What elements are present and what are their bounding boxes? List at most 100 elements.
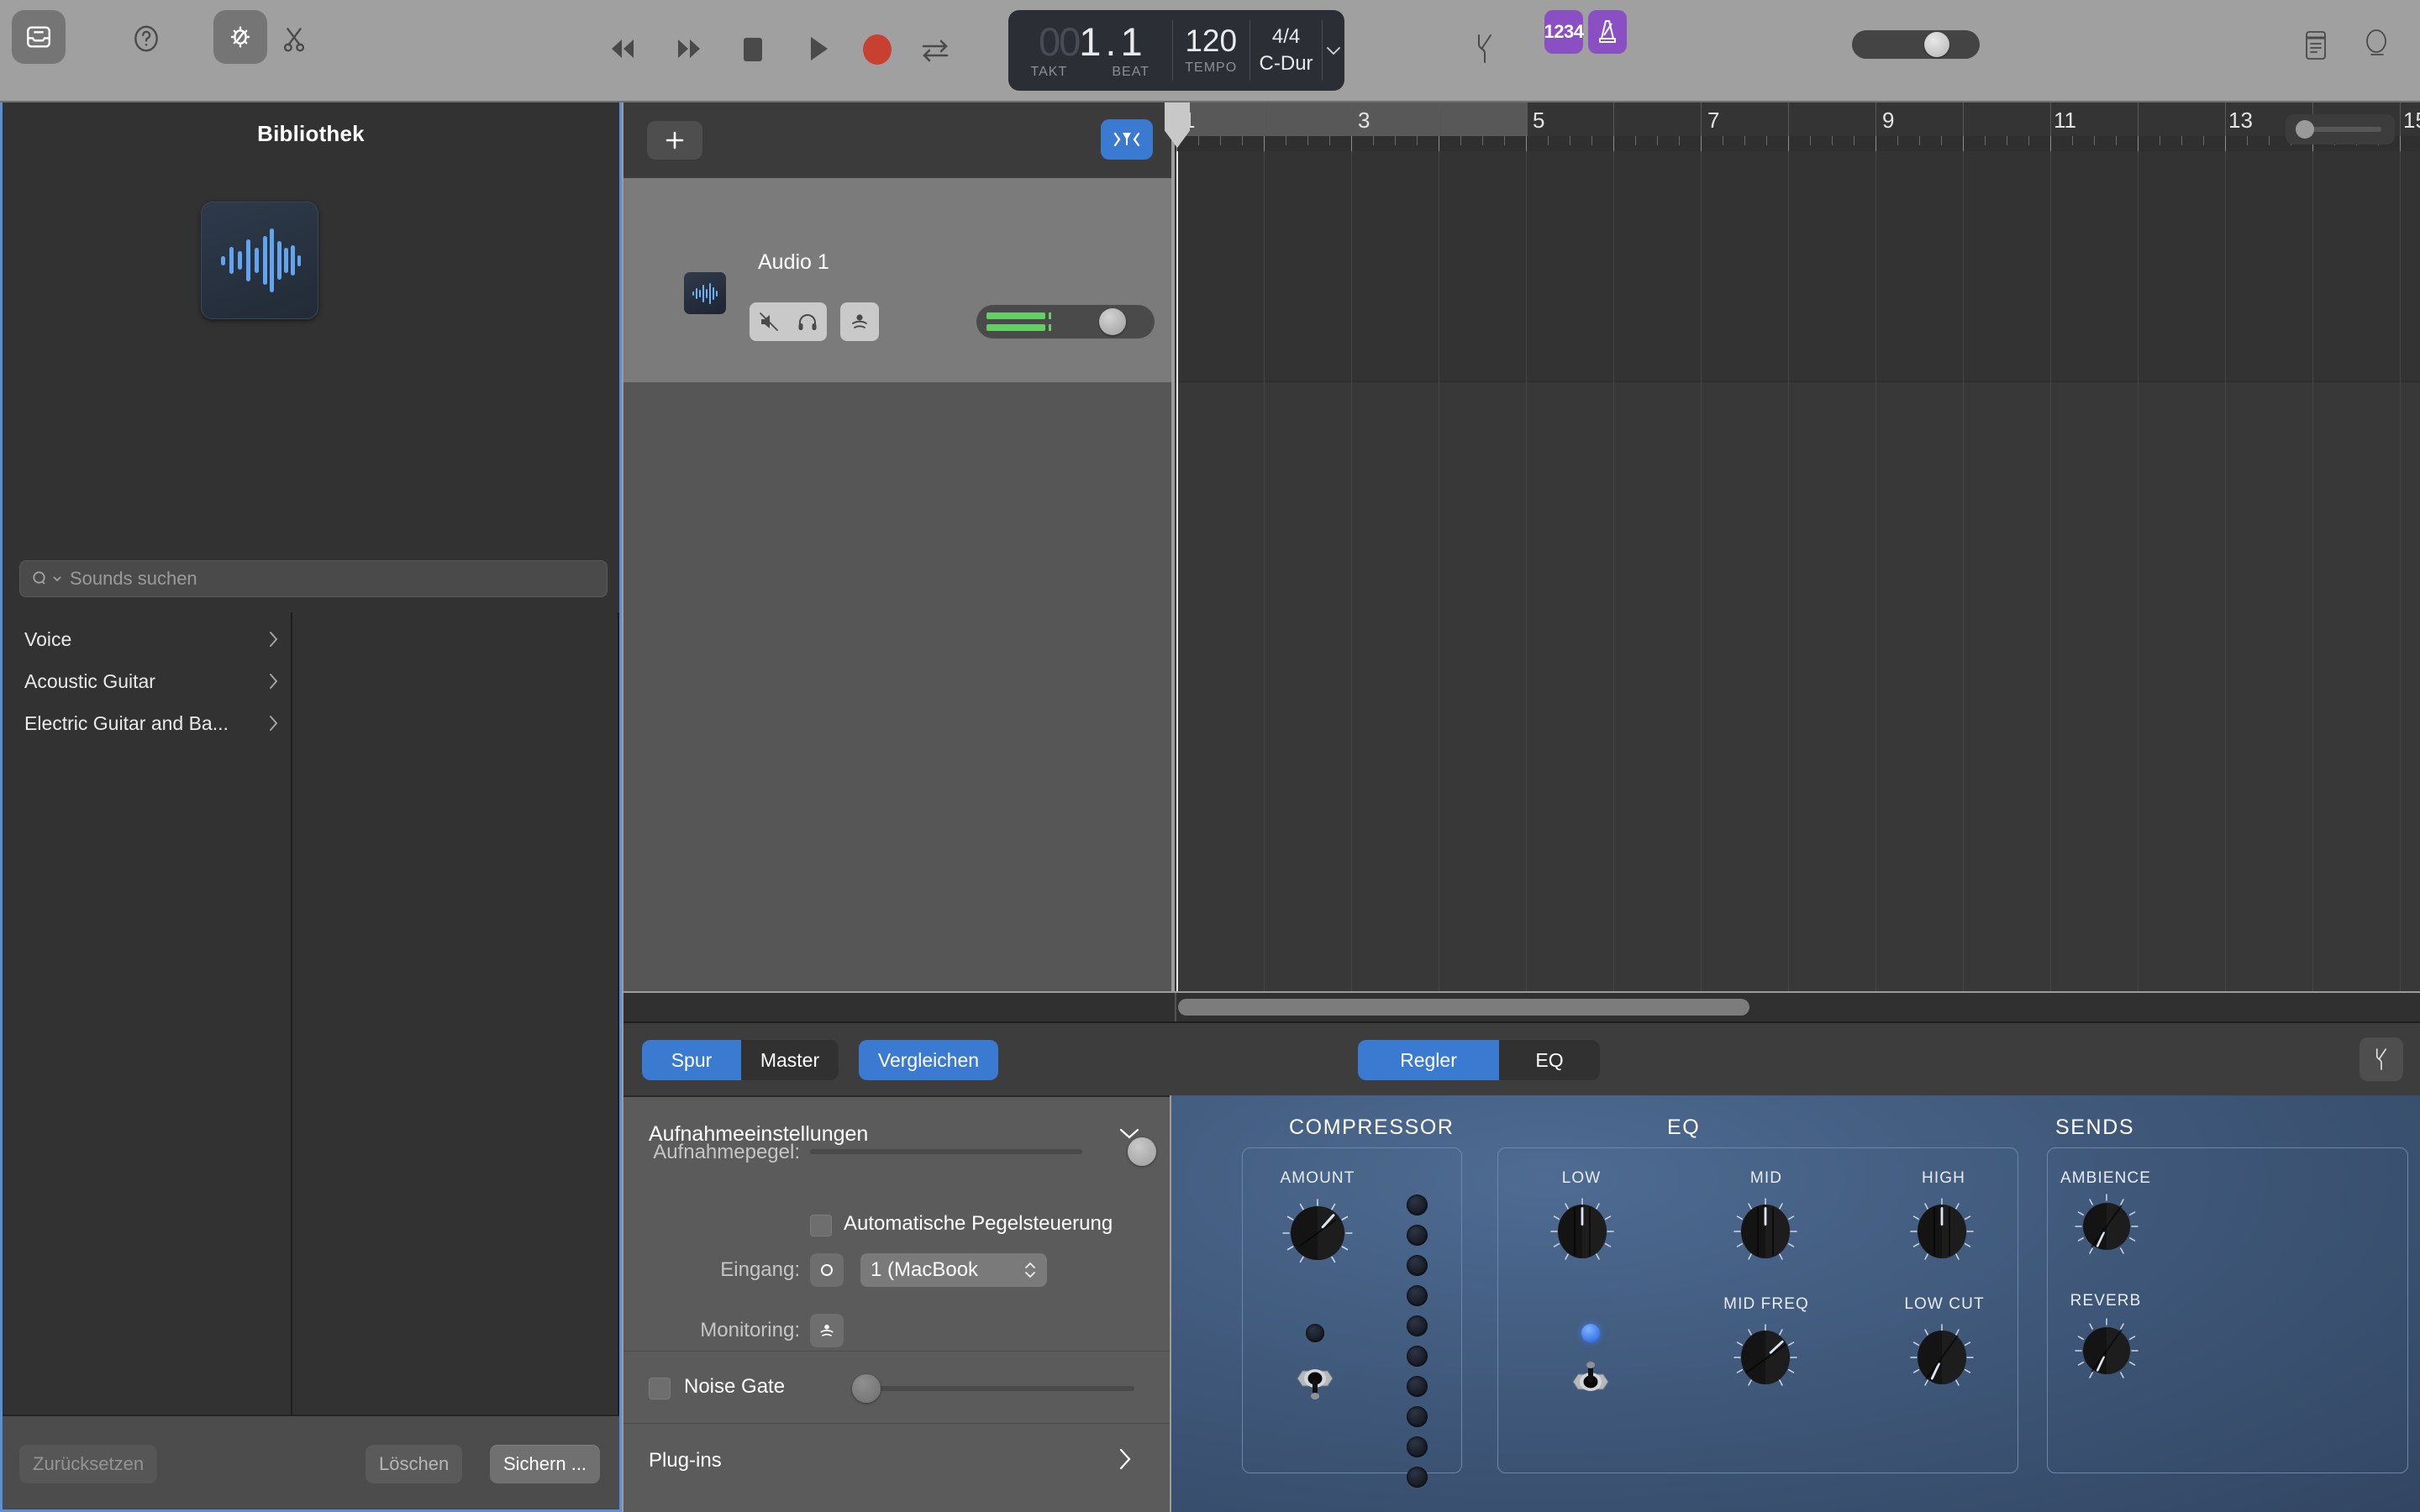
metronome-icon	[1599, 20, 1616, 43]
list-item-label: Electric Guitar and Ba...	[24, 711, 229, 734]
knob-eq-high[interactable]	[1909, 1194, 1975, 1273]
lcd-tempo-label: TEMPO	[1185, 60, 1238, 75]
toggle-switch-icon	[1572, 1362, 1609, 1391]
list-item[interactable]: Voice	[3, 618, 291, 660]
track-mute-button[interactable]	[750, 302, 788, 341]
knob-amount[interactable]	[1279, 1194, 1356, 1276]
smart-controls-panel: COMPRESSOR AMOUNT EQ LOW MID HIGH MID FR…	[1171, 1095, 2420, 1512]
recording-settings-panel: Aufnahmeeinstellungen Aufnahmepegel: Aut…	[623, 1095, 1170, 1512]
smart-controls-button[interactable]	[213, 10, 267, 64]
count-in-button[interactable]: 1234	[1544, 10, 1584, 54]
cycle-region[interactable]	[1176, 102, 1528, 136]
horizontal-scrollbar[interactable]	[623, 993, 2420, 1021]
auto-level-checkbox[interactable]	[810, 1215, 832, 1236]
loop-browser-button[interactable]	[2360, 27, 2393, 64]
track-lane-audio-1[interactable]	[1175, 151, 2420, 382]
notes-pad-icon	[2306, 31, 2326, 60]
knob-label-low-cut: LOW CUT	[1904, 1295, 1985, 1313]
lcd-signature[interactable]: 4/4 C-Dur	[1250, 10, 1322, 91]
reset-button[interactable]: Zurücksetzen	[19, 1445, 158, 1483]
library-tray-icon	[27, 26, 50, 48]
cycle-button[interactable]	[918, 34, 953, 67]
lcd-bars: 1	[1079, 18, 1101, 64]
knob-eq-low-cut[interactable]	[1909, 1320, 1975, 1399]
fast-forward-button[interactable]	[668, 32, 708, 66]
track-icon[interactable]	[684, 272, 726, 314]
compressor-toggle-switch[interactable]	[1291, 1354, 1339, 1403]
mixer-toggle-button[interactable]	[1101, 119, 1153, 160]
scissors-button[interactable]	[277, 23, 311, 56]
master-volume-knob[interactable]	[1924, 32, 1949, 57]
add-track-button[interactable]	[647, 121, 702, 160]
library-column-presets[interactable]	[292, 612, 619, 1415]
zoom-slider[interactable]	[2286, 114, 2395, 144]
track-record-enable-button[interactable]	[840, 302, 879, 341]
knob-reverb-icon	[2075, 1318, 2139, 1378]
timeline-workspace[interactable]	[1165, 102, 2420, 991]
rewind-button[interactable]	[603, 32, 644, 66]
knob-eq-low[interactable]	[1549, 1194, 1615, 1273]
tuner-button[interactable]	[1466, 30, 1503, 67]
input-select[interactable]: 1 (MacBook	[860, 1253, 1047, 1287]
monitoring-icon	[820, 1324, 834, 1336]
question-mark-icon	[134, 25, 158, 52]
recording-level-knob[interactable]	[1128, 1137, 1156, 1166]
compressor-meter-leds	[1407, 1194, 1428, 1488]
monitoring-button[interactable]	[810, 1314, 844, 1347]
tab-eq[interactable]: EQ	[1499, 1040, 1600, 1080]
chevron-right-icon	[270, 674, 278, 689]
notes-button[interactable]	[2301, 27, 2331, 64]
tab-master[interactable]: Master	[741, 1040, 839, 1080]
plugins-disclosure-button[interactable]	[1118, 1446, 1133, 1476]
metronome-button[interactable]	[1588, 10, 1627, 54]
noise-gate-checkbox[interactable]	[649, 1378, 671, 1399]
lcd-tempo[interactable]: 120 TEMPO	[1173, 10, 1249, 91]
master-volume-slider[interactable]	[1852, 30, 1980, 59]
track-solo-button[interactable]	[788, 302, 827, 341]
knob-reverb[interactable]	[2074, 1315, 2139, 1390]
track-volume-knob[interactable]	[1099, 308, 1126, 335]
knob-eq-mid-freq[interactable]	[1733, 1320, 1798, 1399]
smart-controls-tuner-button[interactable]	[2360, 1037, 2403, 1081]
noise-gate-slider[interactable]	[857, 1386, 1134, 1391]
library-toggle-button[interactable]	[12, 10, 66, 64]
regler-eq-segmented-control[interactable]: Regler EQ	[1358, 1040, 1600, 1080]
tab-spur[interactable]: Spur	[642, 1040, 741, 1080]
tab-regler[interactable]: Regler	[1358, 1040, 1499, 1080]
lcd-display[interactable]: 00 1 . 1 TAKT BEAT 120 TEMPO 4/4 C-Dur	[1008, 10, 1344, 91]
chevron-right-icon	[270, 632, 278, 647]
record-button[interactable]	[859, 32, 896, 67]
plugins-label: Plug-ins	[649, 1449, 722, 1472]
library-search-input[interactable]: Sounds suchen	[19, 560, 608, 597]
knob-eq-mid[interactable]	[1733, 1194, 1798, 1273]
help-button[interactable]	[130, 23, 162, 55]
playhead[interactable]	[1165, 102, 1190, 991]
library-column-categories: Voice Acoustic Guitar Electric Guitar an…	[3, 612, 292, 1415]
timeline-ruler[interactable]: 1 3 5 7 9 11 13 15	[1175, 102, 2420, 151]
delete-button[interactable]: Löschen	[366, 1445, 463, 1483]
track-name[interactable]: Audio 1	[758, 250, 829, 275]
workspace-empty-area[interactable]	[1175, 383, 2420, 991]
scrollbar-thumb[interactable]	[1178, 999, 1749, 1016]
compare-button[interactable]: Vergleichen	[859, 1040, 998, 1080]
eq-toggle-switch[interactable]	[1566, 1354, 1615, 1403]
track-volume-slider[interactable]	[976, 305, 1155, 339]
ruler-bar-number: 5	[1533, 108, 1545, 133]
record-icon	[863, 34, 892, 65]
lcd-position[interactable]: 00 1 . 1 TAKT BEAT	[1008, 10, 1172, 91]
input-mono-button[interactable]	[810, 1253, 844, 1287]
track-buttons	[750, 302, 879, 341]
play-button[interactable]	[802, 32, 834, 66]
recording-level-slider[interactable]	[810, 1149, 1082, 1154]
stop-button[interactable]	[738, 34, 768, 66]
list-item[interactable]: Electric Guitar and Ba...	[3, 702, 291, 744]
save-button[interactable]: Sichern ...	[490, 1445, 601, 1483]
list-item[interactable]: Acoustic Guitar	[3, 660, 291, 702]
smart-controls-icon	[230, 26, 250, 48]
track-headers-empty[interactable]	[623, 382, 1171, 991]
zoom-slider-knob[interactable]	[2296, 120, 2314, 139]
noise-gate-knob[interactable]	[852, 1374, 881, 1403]
lcd-expand-button[interactable]	[1323, 10, 1344, 91]
knob-ambience[interactable]	[2074, 1191, 2139, 1266]
track-master-segmented-control[interactable]: Spur Master	[642, 1040, 839, 1080]
